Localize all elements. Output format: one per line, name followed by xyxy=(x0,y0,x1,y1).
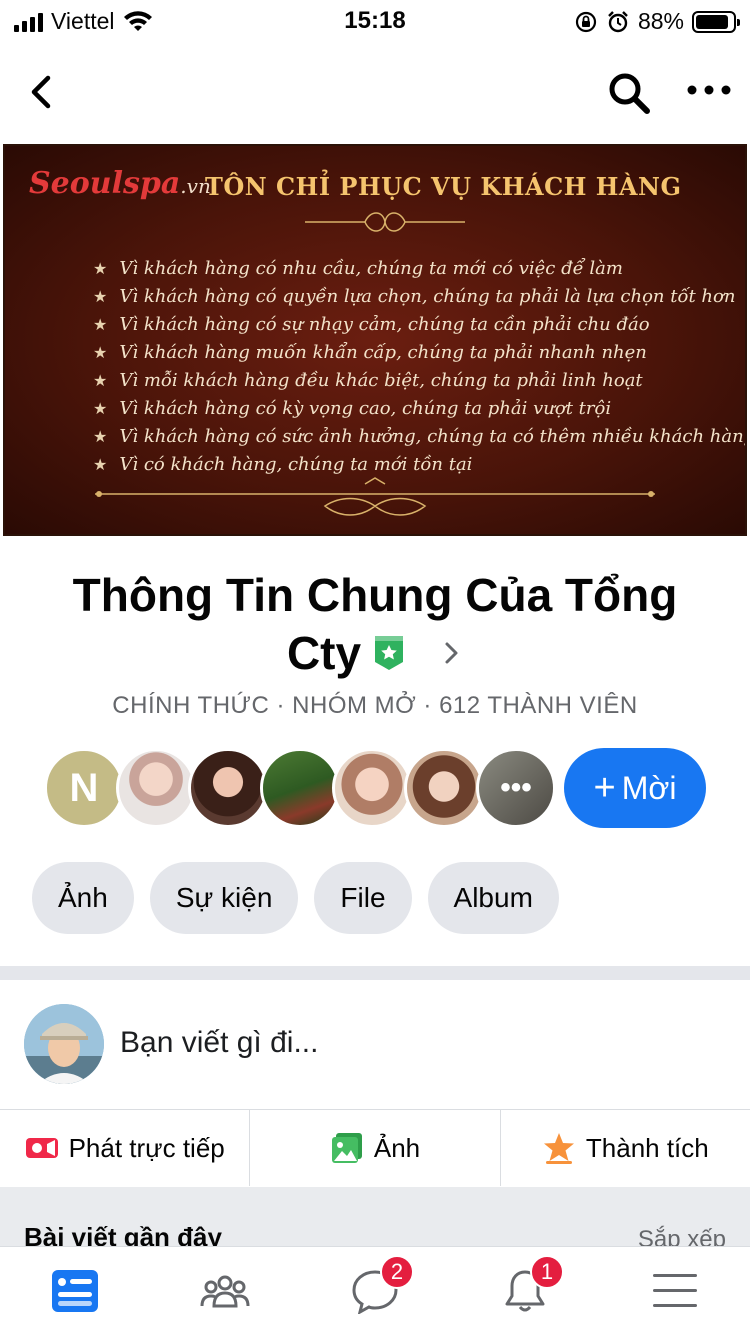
chip-events[interactable]: Sự kiện xyxy=(149,862,299,934)
achievement-button[interactable]: Thành tích xyxy=(499,1110,750,1186)
group-title[interactable]: Thông Tin Chung Của Tổng Cty xyxy=(0,566,750,682)
cover-line: ★ Vì mỗi khách hàng đều khác biệt, chúng … xyxy=(93,369,643,391)
plus-icon: + xyxy=(593,766,616,809)
cover-line: ★ Vì khách hàng có nhu cầu, chúng ta mới … xyxy=(93,257,623,279)
status-bar: Viettel 15:18 88% xyxy=(0,0,750,44)
cover-title: TÔN CHỈ PHỤC VỤ KHÁCH HÀNG xyxy=(205,172,682,201)
member-avatar[interactable] xyxy=(332,748,412,828)
cover-line: ★ Vì khách hàng có sự nhạy cảm, chúng ta … xyxy=(93,313,650,335)
cover-line: ★ Vì có khách hàng, chúng ta mới tồn tại xyxy=(93,453,473,475)
search-icon[interactable] xyxy=(606,70,652,116)
group-cover-photo[interactable]: Seoulspa.vn TÔN CHỈ PHỤC VỤ KHÁCH HÀNG ★… xyxy=(3,144,747,536)
news-feed-icon xyxy=(52,1269,98,1312)
status-right: 88% xyxy=(574,8,740,35)
groups-icon xyxy=(200,1275,250,1307)
chip-files[interactable]: File xyxy=(314,862,412,934)
photo-icon xyxy=(331,1133,362,1163)
group-title-line2: Cty xyxy=(286,627,362,679)
messages-tab[interactable]: 2 xyxy=(300,1247,450,1334)
rotation-lock-icon xyxy=(575,11,597,32)
invite-label: Mời xyxy=(621,769,677,806)
member-avatar[interactable] xyxy=(260,748,340,828)
group-shortcuts: Ảnh Sự kiện File Album xyxy=(32,862,559,934)
cover-line: ★ Vì khách hàng muốn khẩn cấp, chúng ta p… xyxy=(93,341,647,363)
group-title-line1: Thông Tin Chung Của Tổng xyxy=(72,569,678,621)
live-button[interactable]: Phát trực tiếp xyxy=(0,1110,249,1186)
cover-line: ★ Vì khách hàng có kỳ vọng cao, chúng ta … xyxy=(93,397,612,419)
groups-tab[interactable] xyxy=(150,1247,300,1334)
post-composer[interactable]: Bạn viết gì đi... xyxy=(0,980,750,1108)
member-avatar[interactable] xyxy=(188,748,268,828)
photo-label: Ảnh xyxy=(373,1132,421,1163)
messages-badge: 2 xyxy=(380,1255,414,1289)
cover-line: ★ Vì khách hàng có quyền lựa chọn, chúng … xyxy=(93,285,736,307)
menu-tab[interactable] xyxy=(600,1247,750,1334)
notifications-tab[interactable]: 1 xyxy=(450,1247,600,1334)
ornament-icon xyxy=(305,212,465,232)
battery-percent: 88% xyxy=(637,8,684,34)
hamburger-menu-icon xyxy=(653,1273,697,1307)
cover-line: ★ Vì khách hàng có sức ảnh hưởng, chúng t… xyxy=(93,425,747,447)
member-avatar[interactable] xyxy=(404,748,484,828)
alarm-icon xyxy=(608,10,628,32)
my-avatar[interactable] xyxy=(24,1004,104,1084)
member-avatar[interactable] xyxy=(116,748,196,828)
section-divider xyxy=(0,966,750,980)
chevron-right-icon[interactable] xyxy=(439,638,463,668)
member-avatar[interactable]: N xyxy=(44,748,124,828)
back-chevron-icon[interactable] xyxy=(22,72,62,112)
chip-albums[interactable]: Album xyxy=(427,862,559,934)
ornament-bottom-icon xyxy=(95,477,655,516)
group-meta: CHÍNH THỨC · NHÓM MỞ · 612 THÀNH VIÊN xyxy=(112,692,638,719)
composer-input[interactable]: Bạn viết gì đi... xyxy=(120,1026,318,1060)
more-members-button[interactable]: ••• xyxy=(476,748,556,828)
chip-photos[interactable]: Ảnh xyxy=(32,862,134,934)
achievement-label: Thành tích xyxy=(585,1132,709,1163)
notifications-badge: 1 xyxy=(530,1255,564,1289)
invite-button[interactable]: + Mời xyxy=(564,748,706,828)
battery-icon xyxy=(692,10,740,33)
official-badge-icon xyxy=(375,636,404,670)
composer-actions: Phát trực tiếp Ảnh Thành tích xyxy=(0,1110,750,1186)
bottom-tab-bar: 2 1 xyxy=(0,1246,750,1334)
live-video-icon xyxy=(25,1138,58,1158)
feed-tab[interactable] xyxy=(0,1247,150,1334)
live-label: Phát trực tiếp xyxy=(68,1132,225,1163)
photo-button[interactable]: Ảnh xyxy=(249,1110,499,1186)
achievement-star-icon xyxy=(543,1133,574,1164)
nav-bar xyxy=(0,44,750,142)
more-dots-icon[interactable] xyxy=(686,80,732,100)
cover-lines: ★ Vì khách hàng có nhu cầu, chúng ta mới … xyxy=(93,254,747,478)
cover-logo: Seoulspa.vn xyxy=(29,166,211,201)
